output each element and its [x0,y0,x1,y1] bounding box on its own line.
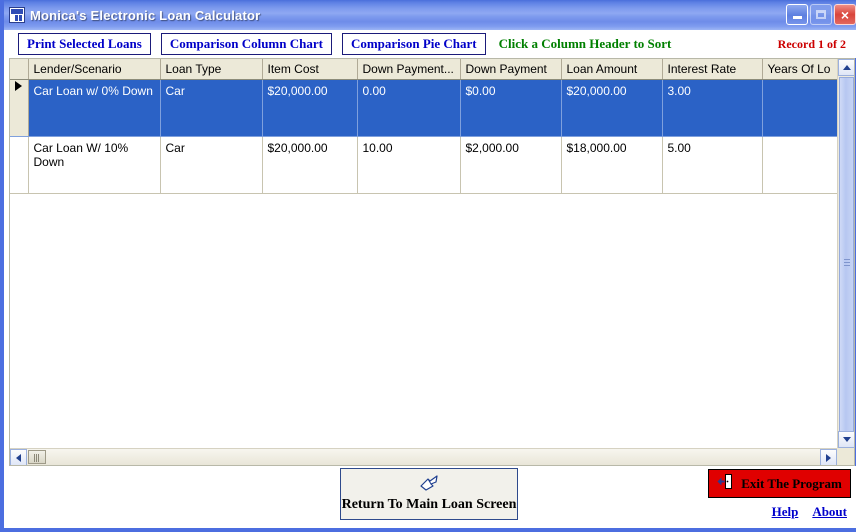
exit-the-program-button[interactable]: Exit The Program [708,469,851,498]
cell-loan-type[interactable]: Car [160,136,263,194]
column-header-interest-rate[interactable]: Interest Rate [662,59,763,80]
scrollbar-corner [837,448,854,465]
cell-down-payment[interactable]: $2,000.00 [460,136,562,194]
return-to-main-loan-screen-button[interactable]: Return To Main Loan Screen [340,468,518,520]
minimize-button[interactable] [786,4,808,25]
scroll-up-button[interactable] [838,59,854,76]
cell-lender-scenario[interactable]: Car Loan w/ 0% Down [28,79,161,137]
column-header-item-cost[interactable]: Item Cost [262,59,358,80]
horizontal-scrollbar-thumb[interactable] [28,450,46,464]
column-header-years-of-loan[interactable]: Years Of Lo [762,59,837,80]
row-selector-cell[interactable] [10,136,29,194]
maximize-button[interactable] [810,4,832,25]
return-button-label: Return To Main Loan Screen [341,497,517,512]
exit-button-label: Exit The Program [741,475,842,491]
row-selector-cell[interactable] [10,79,29,137]
footer-links: Help About [772,504,847,520]
help-link[interactable]: Help [772,504,799,520]
scroll-right-button[interactable] [820,449,837,465]
row-selector-header [10,59,29,80]
table-row[interactable]: Car Loan w/ 0% Down Car $20,000.00 0.00 … [10,79,837,137]
column-header-down-payment-percent[interactable]: Down Payment... [357,59,461,80]
cell-years-of-loan[interactable] [762,136,837,194]
title-bar[interactable]: Monica's Electronic Loan Calculator × [4,0,856,30]
loan-data-grid: Lender/Scenario Loan Type Item Cost Down… [9,58,855,466]
chevron-up-icon [842,65,851,70]
maximize-icon [816,10,826,19]
cell-down-payment[interactable]: $0.00 [460,79,562,137]
cell-item-cost[interactable]: $20,000.00 [262,79,358,137]
table-header-row: Lender/Scenario Loan Type Item Cost Down… [10,59,837,80]
about-link[interactable]: About [812,504,847,520]
column-header-loan-amount[interactable]: Loan Amount [561,59,663,80]
loan-table: Lender/Scenario Loan Type Item Cost Down… [10,59,837,194]
close-button[interactable]: × [834,4,856,25]
footer-panel: Return To Main Loan Screen Exit The Prog… [8,466,856,528]
scrollbar-grip-icon [34,454,40,462]
cell-item-cost[interactable]: $20,000.00 [262,136,358,194]
print-selected-loans-button[interactable]: Print Selected Loans [18,33,151,55]
comparison-column-chart-button[interactable]: Comparison Column Chart [160,33,332,55]
chevron-down-icon [842,437,851,442]
scrollbar-grip-icon [844,258,850,267]
exit-door-icon [717,473,734,495]
app-icon [9,7,25,23]
cell-loan-amount[interactable]: $18,000.00 [561,136,663,194]
table-row[interactable]: Car Loan W/ 10% Down Car $20,000.00 10.0… [10,136,837,194]
current-record-arrow-icon [15,81,23,91]
window-title: Monica's Electronic Loan Calculator [30,7,261,23]
column-header-down-payment[interactable]: Down Payment [460,59,562,80]
record-status-label: Record 1 of 2 [777,36,846,51]
cell-down-payment-percent[interactable]: 0.00 [357,79,461,137]
scroll-left-button[interactable] [10,449,27,465]
cell-years-of-loan[interactable] [762,79,837,137]
sort-hint-label: Click a Column Header to Sort [498,36,672,51]
cell-loan-amount[interactable]: $20,000.00 [561,79,663,137]
vertical-scrollbar[interactable] [837,59,854,448]
cell-down-payment-percent[interactable]: 10.00 [357,136,461,194]
chevron-right-icon [826,453,831,462]
pointing-hand-icon [418,475,440,495]
chevron-left-icon [16,453,21,462]
window-controls: × [786,4,856,25]
vertical-scrollbar-thumb[interactable] [839,77,854,448]
toolbar: Print Selected Loans Comparison Column C… [8,30,856,58]
column-header-loan-type[interactable]: Loan Type [160,59,263,80]
grid-scroll-area: Lender/Scenario Loan Type Item Cost Down… [10,59,837,448]
cell-interest-rate[interactable]: 3.00 [662,79,763,137]
cell-lender-scenario[interactable]: Car Loan W/ 10% Down [28,136,161,194]
minimize-icon [792,16,802,19]
application-window: Monica's Electronic Loan Calculator × Pr… [0,0,856,532]
close-icon: × [840,6,850,23]
cell-interest-rate[interactable]: 5.00 [662,136,763,194]
scroll-down-button[interactable] [838,431,854,448]
horizontal-scrollbar[interactable] [10,448,837,465]
comparison-pie-chart-button[interactable]: Comparison Pie Chart [341,33,486,55]
cell-loan-type[interactable]: Car [160,79,263,137]
column-header-lender-scenario[interactable]: Lender/Scenario [28,59,161,80]
